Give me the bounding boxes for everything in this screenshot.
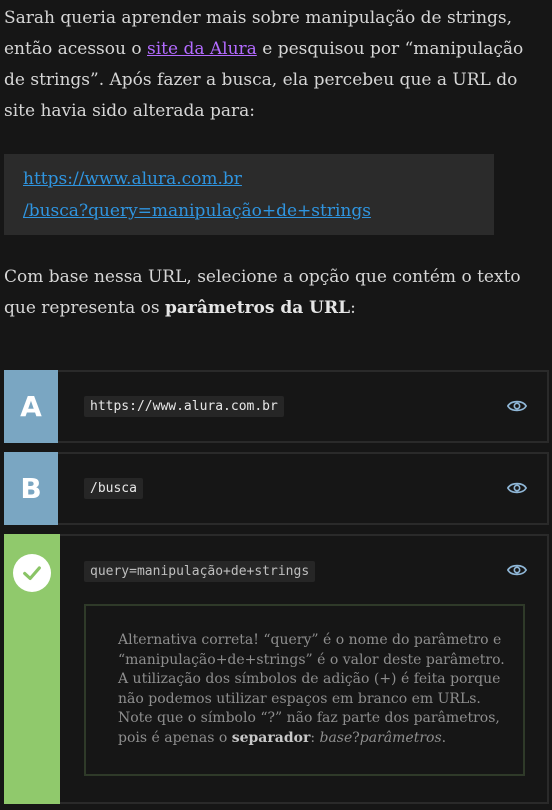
alura-site-link[interactable]: site da Alura xyxy=(147,39,257,59)
question-text: Com base nessa URL, selecione a opção qu… xyxy=(4,262,544,324)
option-b[interactable]: B /busca xyxy=(4,452,549,525)
url-box: https://www.alura.com.br /busca?query=ma… xyxy=(4,154,494,235)
option-a[interactable]: A https://www.alura.com.br xyxy=(4,370,549,443)
feedback-end: . xyxy=(441,729,447,746)
intro-paragraph: Sarah queria aprender mais sobre manipul… xyxy=(4,3,544,127)
feedback-separator: ? xyxy=(352,729,360,746)
option-code-b: /busca xyxy=(84,478,143,499)
check-circle-icon xyxy=(13,554,51,592)
eye-icon[interactable] xyxy=(507,481,527,495)
eye-icon[interactable] xyxy=(507,399,527,413)
feedback-text-2: : xyxy=(310,729,320,746)
question-bold: parâmetros da URL xyxy=(165,298,351,318)
option-code-a: https://www.alura.com.br xyxy=(84,396,284,417)
question-text-2: : xyxy=(350,298,356,318)
eye-icon[interactable] xyxy=(507,563,527,577)
option-letter-b: B xyxy=(4,452,58,525)
feedback-text-1: Alternativa correta! “query” é o nome do… xyxy=(118,632,505,746)
feedback-italic-params: parâmetros xyxy=(359,729,442,746)
url-link-line-2[interactable]: /busca?query=manipulação+de+strings xyxy=(23,195,476,227)
answer-feedback: Alternativa correta! “query” é o nome do… xyxy=(84,604,525,776)
feedback-italic-base: base xyxy=(319,729,353,746)
option-letter-a: A xyxy=(4,370,58,443)
option-c-correct[interactable]: query=manipulação+de+strings Alternativa… xyxy=(4,534,549,804)
option-code-c: query=manipulação+de+strings xyxy=(84,561,316,582)
feedback-bold: separador xyxy=(231,729,311,746)
url-link-line-1[interactable]: https://www.alura.com.br xyxy=(23,163,476,195)
correct-indicator xyxy=(4,534,60,804)
